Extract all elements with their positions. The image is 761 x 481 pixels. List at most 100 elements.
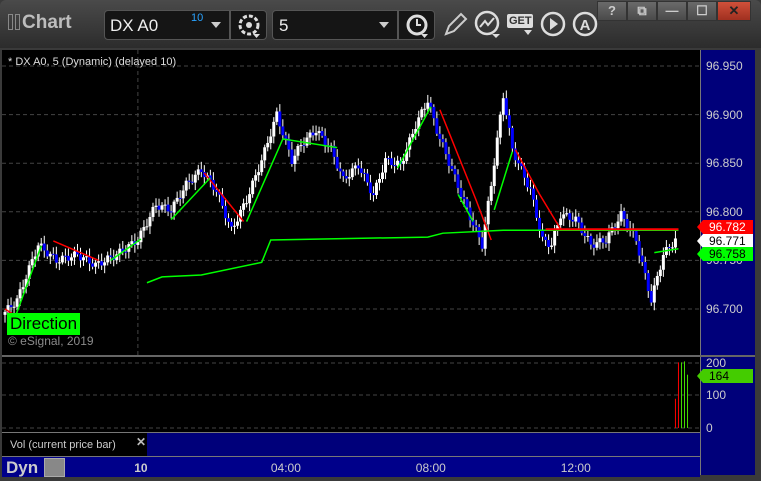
- candle-down: [9, 305, 13, 308]
- candle-down: [649, 291, 653, 303]
- candle-down: [601, 238, 605, 243]
- candle-up: [350, 168, 354, 178]
- candle-up: [94, 262, 98, 267]
- candle-down: [63, 255, 67, 257]
- time-axis[interactable]: Dyn 10 04:00 08:00 12:00: [2, 456, 700, 477]
- candle-up: [661, 254, 665, 270]
- candle-down: [178, 197, 182, 199]
- candle-down: [459, 187, 463, 197]
- candle-down: [169, 211, 173, 213]
- candle-down: [480, 237, 484, 249]
- candle-down: [284, 135, 288, 139]
- red-stop-line: [53, 240, 99, 262]
- candle-up: [308, 132, 312, 138]
- candle-down: [541, 230, 545, 237]
- candle-up: [296, 146, 300, 156]
- candle-up: [57, 262, 61, 264]
- candle-down: [223, 205, 227, 219]
- lock-icon[interactable]: [44, 458, 65, 477]
- candle-up: [314, 133, 318, 136]
- candle-up: [293, 155, 297, 165]
- candle-down: [371, 193, 375, 196]
- copyright: © eSignal, 2019: [8, 334, 94, 348]
- last-price-tag: 96.771: [697, 234, 753, 248]
- candle-up: [498, 114, 502, 138]
- price-label: 96.850: [706, 156, 743, 171]
- candle-down: [302, 145, 306, 147]
- candle-up: [353, 165, 357, 169]
- candle-down: [456, 174, 460, 188]
- candle-up: [381, 172, 384, 179]
- candle-down: [338, 168, 342, 172]
- candle-down: [516, 160, 520, 164]
- candle-up: [12, 306, 16, 308]
- green-line-tag: 96.758: [697, 247, 753, 261]
- close-volume-icon[interactable]: ✕: [136, 435, 146, 449]
- candle-up: [565, 213, 569, 215]
- candle-down: [365, 173, 369, 183]
- candle-up: [619, 211, 623, 222]
- candle-down: [390, 158, 394, 166]
- candle-up: [106, 255, 110, 263]
- candle-down: [429, 102, 433, 107]
- time-label: 08:00: [415, 461, 446, 475]
- time-label: 10: [134, 461, 148, 475]
- candle-up: [486, 200, 490, 225]
- candle-down: [507, 115, 511, 128]
- candle-down: [571, 219, 575, 222]
- candle-up: [598, 238, 602, 243]
- candle-up: [245, 203, 249, 205]
- candle-down: [109, 255, 113, 257]
- candle-up: [266, 142, 270, 148]
- price-label: 96.800: [706, 204, 743, 219]
- candle-down: [323, 135, 327, 146]
- candle-down: [79, 254, 82, 261]
- candle-up: [495, 137, 499, 166]
- candle-up: [299, 145, 303, 147]
- candle-up: [69, 257, 73, 261]
- candle-down: [532, 188, 535, 200]
- dynamic-mode-label[interactable]: Dyn: [6, 458, 38, 478]
- candle-down: [580, 222, 584, 234]
- candle-up: [18, 289, 22, 299]
- red-stop-line: [439, 109, 492, 241]
- candle-up: [72, 251, 76, 258]
- candle-up: [263, 147, 267, 161]
- candle-up: [172, 201, 176, 213]
- candle-up: [21, 287, 25, 290]
- candle-up: [384, 158, 388, 173]
- candle-up: [275, 111, 279, 122]
- candle-down: [438, 133, 442, 140]
- candle-down: [199, 169, 203, 173]
- candle-up: [305, 137, 309, 146]
- candle-down: [435, 118, 439, 134]
- price-label: 96.700: [706, 302, 743, 316]
- candle-down: [226, 218, 230, 222]
- candle-down: [474, 225, 478, 228]
- candle-up: [251, 180, 255, 195]
- volume-study-label[interactable]: Vol (current price bar): [2, 433, 147, 457]
- candle-down: [362, 172, 366, 174]
- candle-up: [48, 253, 52, 257]
- candle-down: [568, 213, 572, 220]
- direction-label: Direction: [7, 313, 81, 335]
- candle-down: [453, 168, 457, 175]
- candle-up: [402, 160, 406, 164]
- candle-up: [553, 230, 557, 246]
- candle-down: [544, 236, 548, 240]
- volume-tick: 100: [706, 388, 727, 402]
- candle-down: [281, 126, 285, 136]
- candle-down: [91, 263, 95, 267]
- candle-up: [257, 172, 261, 176]
- candle-down: [278, 111, 282, 127]
- candle-down: [625, 218, 629, 229]
- red-stop-line: [203, 172, 245, 222]
- candle-down: [54, 254, 58, 263]
- candle-up: [181, 190, 185, 199]
- candle-up: [655, 276, 659, 286]
- candle-up: [15, 298, 19, 307]
- candle-down: [637, 241, 641, 256]
- candle-down: [45, 250, 49, 257]
- candle-down: [359, 168, 363, 173]
- candle-down: [667, 247, 671, 249]
